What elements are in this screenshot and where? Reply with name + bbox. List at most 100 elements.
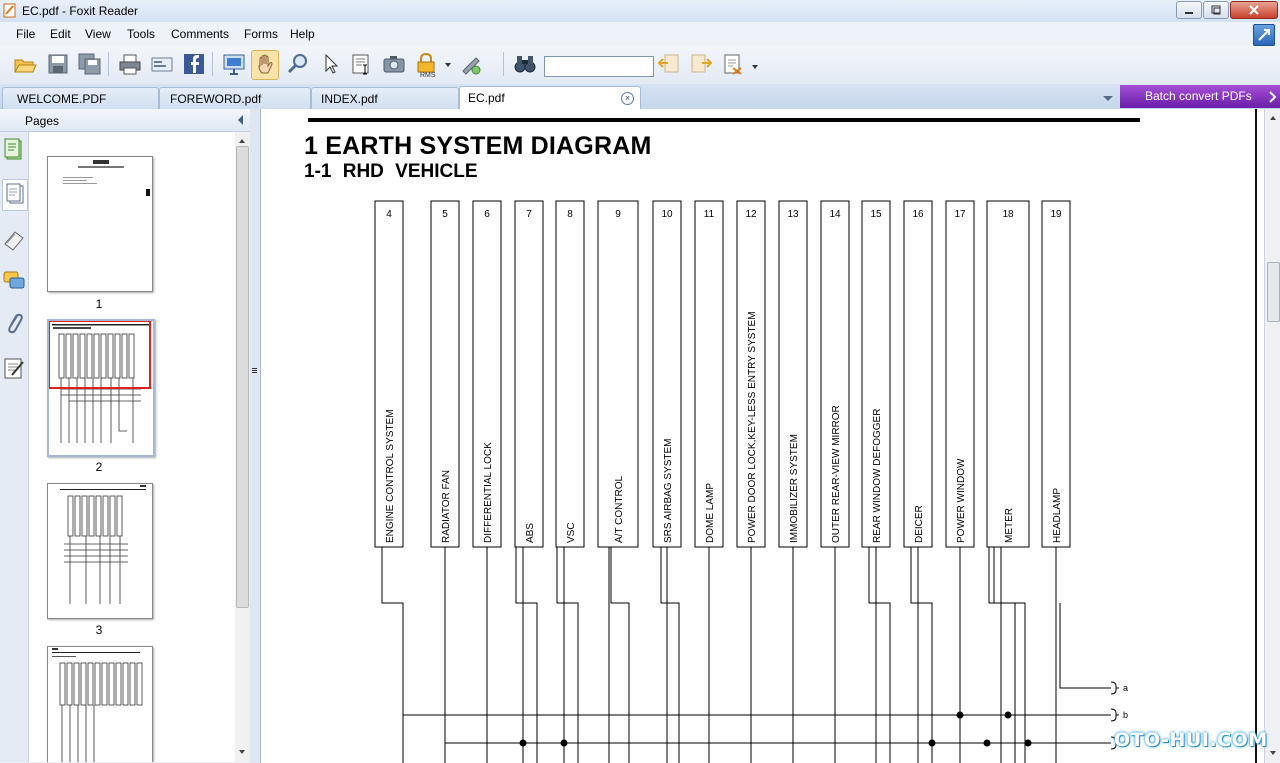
- select-arrow-button[interactable]: [316, 50, 342, 78]
- system-box: [986, 200, 1030, 548]
- menu-help[interactable]: Help: [290, 27, 315, 41]
- find-next-button[interactable]: [687, 50, 713, 78]
- document-view[interactable]: 1 EARTH SYSTEM DIAGRAM 1-1 RHD VEHICLE 4…: [261, 109, 1264, 763]
- comments-panel-button[interactable]: [2, 266, 26, 296]
- camera-button[interactable]: [380, 50, 406, 78]
- facebook-button[interactable]: [180, 50, 206, 78]
- panel-icon-strip: [0, 132, 29, 762]
- page-number-2: 2: [95, 460, 103, 474]
- system-label: REAR WINDOW DEFOGGER: [872, 409, 883, 543]
- tab-welcome-pdf[interactable]: WELCOME.PDF: [2, 87, 159, 110]
- minimize-icon: [1185, 12, 1193, 14]
- find-previous-button[interactable]: [655, 50, 681, 78]
- pages-panel-button[interactable]: [2, 179, 28, 211]
- close-icon: [1249, 5, 1259, 15]
- system-number: 13: [787, 209, 799, 220]
- text-select-button[interactable]: [348, 50, 374, 78]
- system-number: 11: [704, 209, 715, 220]
- page-thumbnail-4[interactable]: [47, 646, 153, 762]
- bus-label: b: [1123, 710, 1128, 720]
- system-label: DIFFERENTIAL LOCK: [483, 442, 494, 543]
- junction-dot: [956, 711, 964, 719]
- page-thumbnail-2[interactable]: [47, 319, 155, 457]
- save-as-icon: [78, 53, 101, 75]
- batch-convert-button[interactable]: Batch convert PDFs: [1120, 85, 1280, 108]
- system-number: 12: [745, 209, 757, 220]
- tab-ec-pdf[interactable]: EC.pdf ×: [459, 86, 641, 110]
- find-previous-icon: [657, 54, 679, 73]
- menu-forms[interactable]: Forms: [244, 27, 278, 41]
- system-box: [903, 200, 933, 548]
- scroll-down-arrow-icon[interactable]: [235, 746, 249, 758]
- tab-index-pdf[interactable]: INDEX.pdf: [311, 87, 459, 110]
- tab-foreword-pdf[interactable]: FOREWORD.pdf: [159, 87, 311, 110]
- rms-dropdown-arrow[interactable]: [445, 63, 451, 67]
- maximize-button[interactable]: [1203, 1, 1229, 19]
- open-button[interactable]: [11, 50, 37, 78]
- tab-list-dropdown[interactable]: [1103, 96, 1113, 101]
- bus-line-b: [402, 603, 1111, 716]
- email-button[interactable]: [148, 50, 174, 78]
- highlight-dropdown-arrow[interactable]: [752, 65, 758, 69]
- page-thumbnail-3[interactable]: [47, 483, 153, 619]
- menu-tools[interactable]: Tools: [127, 27, 155, 41]
- document-scrollbar[interactable]: [1264, 109, 1280, 763]
- scrollbar-thumb[interactable]: [236, 146, 249, 608]
- thumb-diagram-preview: [52, 648, 143, 762]
- system-box: [514, 200, 544, 548]
- bus-terminal: [1110, 681, 1119, 695]
- save-as-button[interactable]: [76, 50, 102, 78]
- panel-splitter[interactable]: [250, 109, 261, 763]
- system-number: 9: [615, 209, 621, 220]
- menu-file[interactable]: File: [16, 27, 35, 41]
- menu-view[interactable]: View: [85, 27, 111, 41]
- close-tab-icon[interactable]: ×: [621, 92, 634, 105]
- expand-arrow-icon: [1258, 29, 1270, 41]
- bookmarks-panel-button[interactable]: [2, 224, 26, 254]
- system-number: 5: [442, 209, 448, 220]
- sign-pen-button[interactable]: [457, 50, 483, 78]
- ground-wire: [910, 547, 933, 763]
- scroll-up-arrow-icon[interactable]: [1265, 112, 1280, 124]
- print-button[interactable]: [116, 50, 142, 78]
- signatures-panel-button[interactable]: [2, 353, 26, 383]
- system-label: ABS: [525, 523, 536, 543]
- toolbar-separator: [212, 52, 213, 76]
- system-label: HEADLAMP: [1052, 488, 1063, 543]
- page-number-1: 1: [95, 297, 103, 311]
- minimize-button[interactable]: [1176, 1, 1202, 19]
- find-button[interactable]: [511, 50, 537, 78]
- snapshot-zoom-button[interactable]: [284, 50, 310, 78]
- presentation-button[interactable]: [220, 50, 246, 78]
- rms-button[interactable]: RMS: [412, 50, 444, 79]
- system-label: POWER WINDOW: [956, 458, 967, 543]
- system-label: METER: [1004, 508, 1015, 543]
- menu-comments[interactable]: Comments: [171, 27, 229, 41]
- find-input[interactable]: [544, 56, 654, 77]
- ground-wire: [868, 547, 891, 763]
- text-select-icon: [352, 54, 369, 75]
- layers-panel-button[interactable]: [2, 136, 26, 166]
- scrollbar-thumb[interactable]: [1267, 262, 1280, 322]
- highlight-search-button[interactable]: [720, 50, 746, 78]
- collapse-panel-icon[interactable]: [237, 115, 245, 125]
- open-icon: [14, 59, 37, 73]
- hand-tool-button[interactable]: [251, 50, 279, 80]
- facebook-icon: [184, 54, 204, 74]
- save-button[interactable]: [44, 50, 70, 78]
- tab-label: INDEX.pdf: [321, 92, 378, 106]
- menu-edit[interactable]: Edit: [50, 27, 71, 41]
- attachments-panel-button[interactable]: [2, 309, 26, 339]
- thumbnail-scrollbar[interactable]: [235, 132, 249, 762]
- page-thumbnail-1[interactable]: [47, 156, 153, 292]
- chevron-right-icon: [1269, 91, 1277, 103]
- system-box: [555, 200, 585, 548]
- system-number: 7: [526, 209, 532, 220]
- close-window-button[interactable]: [1230, 1, 1278, 19]
- expand-view-button[interactable]: [1253, 24, 1275, 46]
- tab-label: WELCOME.PDF: [17, 92, 107, 106]
- page-thumbnails: 1 2 3: [29, 132, 235, 762]
- find-next-icon: [691, 54, 713, 73]
- window-title: EC.pdf - Foxit Reader: [22, 4, 139, 18]
- thumb-text-line: [63, 183, 97, 184]
